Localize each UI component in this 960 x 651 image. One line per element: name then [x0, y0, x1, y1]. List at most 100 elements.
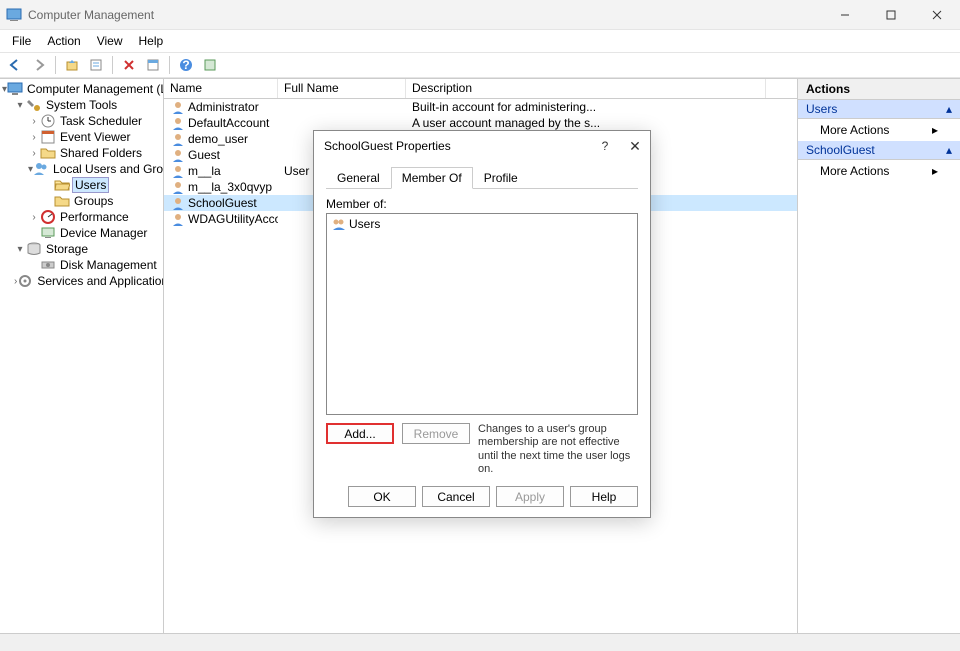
actions-link-label: More Actions	[820, 123, 889, 137]
actions-header: Actions	[798, 79, 960, 100]
menubar: File Action View Help	[0, 30, 960, 52]
tree-node-computer-management-local[interactable]: ▾Computer Management (Local	[0, 81, 163, 97]
window-titlebar: Computer Management	[0, 0, 960, 30]
membership-hint: Changes to a user's group membership are…	[478, 423, 638, 476]
tree-label: Services and Applications	[35, 274, 164, 288]
tree-label: Device Manager	[58, 226, 149, 240]
storage-icon	[26, 241, 42, 257]
tree-label: Disk Management	[58, 258, 159, 272]
close-button[interactable]	[914, 0, 960, 30]
actions-section-users[interactable]: Users ▴	[798, 100, 960, 119]
toolbar: ?	[0, 52, 960, 78]
svg-text:?: ?	[182, 58, 189, 72]
services-icon	[17, 273, 33, 289]
apply-button[interactable]: Apply	[496, 486, 564, 507]
cancel-button[interactable]: Cancel	[422, 486, 490, 507]
tree-toggle-icon[interactable]: ▾	[14, 244, 26, 255]
member-item-users[interactable]: Users	[329, 216, 635, 232]
tools-icon	[26, 97, 42, 113]
delete-button[interactable]	[118, 54, 140, 76]
tree-panel: ▾Computer Management (Local▾System Tools…	[0, 79, 164, 633]
tree-toggle-icon[interactable]: ›	[28, 116, 40, 127]
member-label: Users	[349, 217, 380, 231]
disk-icon	[40, 257, 56, 273]
tree-node-device-manager[interactable]: Device Manager	[0, 225, 163, 241]
actions-link-more-actions[interactable]: More Actions▸	[798, 160, 960, 182]
refresh-button[interactable]	[199, 54, 221, 76]
tree-node-performance[interactable]: ›Performance	[0, 209, 163, 225]
user-name: Guest	[188, 148, 220, 162]
collapse-icon: ▴	[946, 102, 952, 116]
menu-help[interactable]: Help	[131, 32, 172, 50]
tree-label: Users	[72, 177, 109, 193]
tab-member-of[interactable]: Member Of	[391, 167, 473, 189]
actions-section-title: Users	[806, 102, 837, 116]
help-button[interactable]: ?	[175, 54, 197, 76]
remove-button[interactable]: Remove	[402, 423, 470, 444]
tree-toggle-icon[interactable]: ›	[28, 132, 40, 143]
column-header-name[interactable]: Name	[164, 79, 278, 98]
user-icon	[170, 132, 186, 146]
user-icon	[170, 148, 186, 162]
dialog-help-bottom-button[interactable]: Help	[570, 486, 638, 507]
user-name: demo_user	[188, 132, 248, 146]
tree-label: Groups	[72, 194, 115, 208]
tree-node-storage[interactable]: ▾Storage	[0, 241, 163, 257]
list-header: NameFull NameDescription	[164, 79, 797, 99]
tree-node-system-tools[interactable]: ▾System Tools	[0, 97, 163, 113]
computer-icon	[7, 81, 23, 97]
tree-toggle-icon[interactable]: ▾	[14, 100, 26, 111]
user-row-administrator[interactable]: AdministratorBuilt-in account for admini…	[164, 99, 797, 115]
tree-node-disk-management[interactable]: Disk Management	[0, 257, 163, 273]
minimize-button[interactable]	[822, 0, 868, 30]
tree-node-local-users-and-groups[interactable]: ▾Local Users and Groups	[0, 161, 163, 177]
dialog-help-button[interactable]: ?	[590, 139, 620, 153]
tree-node-task-scheduler[interactable]: ›Task Scheduler	[0, 113, 163, 129]
device-icon	[40, 225, 56, 241]
maximize-button[interactable]	[868, 0, 914, 30]
dialog-title: SchoolGuest Properties	[324, 139, 590, 153]
up-button[interactable]	[61, 54, 83, 76]
actions-section-schoolguest[interactable]: SchoolGuest▴	[798, 141, 960, 160]
back-button[interactable]	[4, 54, 26, 76]
properties-dialog: SchoolGuest Properties ? ✕ GeneralMember…	[313, 130, 651, 518]
tree-toggle-icon[interactable]: ›	[28, 148, 40, 159]
actions-section-title: SchoolGuest	[806, 143, 875, 157]
tree-node-users[interactable]: Users	[0, 177, 163, 193]
users-icon	[33, 161, 49, 177]
menu-view[interactable]: View	[89, 32, 131, 50]
tree-node-event-viewer[interactable]: ›Event Viewer	[0, 129, 163, 145]
column-header-description[interactable]: Description	[406, 79, 766, 98]
actions-link-more-actions[interactable]: More Actions▸	[798, 119, 960, 141]
export-button[interactable]	[142, 54, 164, 76]
tree-node-shared-folders[interactable]: ›Shared Folders	[0, 145, 163, 161]
forward-button[interactable]	[28, 54, 50, 76]
tree-label: Computer Management (Local	[25, 82, 164, 96]
member-of-list[interactable]: Users	[326, 213, 638, 415]
window-title: Computer Management	[28, 8, 822, 22]
folder-icon	[40, 145, 56, 161]
add-button[interactable]: Add...	[326, 423, 394, 444]
menu-file[interactable]: File	[4, 32, 39, 50]
column-header-full-name[interactable]: Full Name	[278, 79, 406, 98]
tree-node-services-and-applications[interactable]: ›Services and Applications	[0, 273, 163, 289]
tab-profile[interactable]: Profile	[473, 167, 529, 189]
perf-icon	[40, 209, 56, 225]
dialog-close-button[interactable]: ✕	[620, 138, 650, 155]
user-icon	[170, 212, 186, 226]
folder-open-icon	[54, 177, 70, 193]
properties-button[interactable]	[85, 54, 107, 76]
tree-node-groups[interactable]: Groups	[0, 193, 163, 209]
user-icon	[170, 116, 186, 130]
menu-action[interactable]: Action	[39, 32, 88, 50]
user-icon	[170, 100, 186, 114]
user-row-defaultaccount[interactable]: DefaultAccountA user account managed by …	[164, 115, 797, 131]
group-icon	[331, 217, 347, 231]
user-name: Administrator	[188, 100, 259, 114]
user-icon	[170, 180, 186, 194]
dialog-titlebar: SchoolGuest Properties ? ✕	[314, 131, 650, 161]
ok-button[interactable]: OK	[348, 486, 416, 507]
actions-panel: Actions Users▴More Actions▸SchoolGuest▴M…	[798, 79, 960, 633]
tree-toggle-icon[interactable]: ›	[28, 212, 40, 223]
tab-general[interactable]: General	[326, 167, 391, 189]
